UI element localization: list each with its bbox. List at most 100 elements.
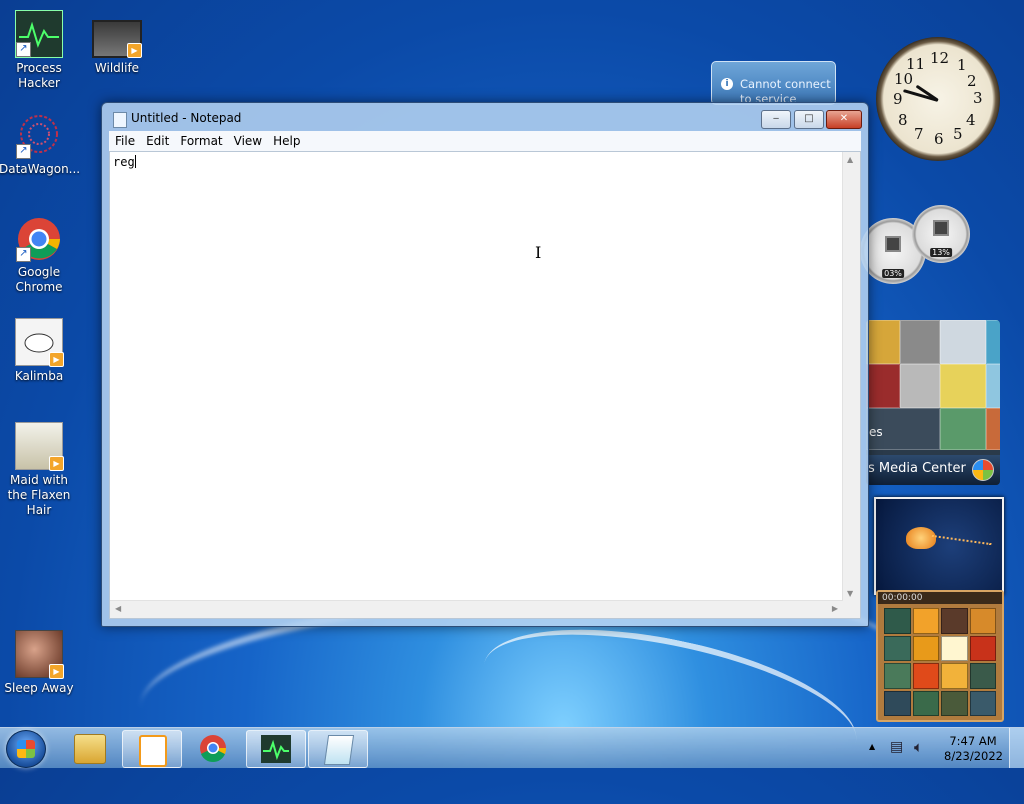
taskbar-notepad[interactable]: [308, 730, 368, 768]
notepad-titlebar[interactable]: Untitled - Notepad ‒ □ ✕: [102, 103, 868, 133]
notepad-window[interactable]: Untitled - Notepad ‒ □ ✕ File Edit Format V…: [101, 102, 869, 627]
puzzle-tile[interactable]: [884, 663, 911, 689]
close-button[interactable]: ✕: [826, 110, 862, 129]
puzzle-tile[interactable]: [941, 608, 968, 634]
puzzle-tile[interactable]: [912, 635, 939, 661]
puzzle-tile[interactable]: [941, 690, 968, 716]
puzzle-tile[interactable]: [912, 663, 939, 689]
taskbar-media-player[interactable]: [122, 730, 182, 768]
minimize-button[interactable]: ‒: [761, 110, 791, 129]
scroll-up-icon[interactable]: ▲: [847, 155, 853, 164]
puzzle-tile[interactable]: [884, 690, 911, 716]
media-player-icon: [139, 735, 167, 767]
puzzle-tile[interactable]: [969, 608, 996, 634]
clock-number: 1: [957, 56, 967, 74]
text-editor[interactable]: reg ▲ ▼ ◀ ▶: [109, 151, 861, 619]
menu-view[interactable]: View: [228, 131, 267, 148]
media-center-bar[interactable]: s Media Center: [866, 455, 1000, 485]
slideshow-gadget[interactable]: [874, 497, 1004, 595]
media-tile: [866, 364, 900, 408]
menu-bar: File Edit Format View Help: [109, 131, 861, 152]
memory-percent: 13%: [930, 248, 952, 257]
scroll-right-icon[interactable]: ▶: [832, 604, 838, 613]
info-icon: i: [721, 78, 733, 90]
shortcut-arrow-icon: ↗: [16, 247, 31, 262]
desktop-icon-process-hacker[interactable]: ↗ Process Hacker: [0, 10, 79, 91]
desktop-icon-label: Kalimba: [14, 369, 64, 383]
taskbar-chrome[interactable]: [184, 730, 242, 766]
editor-content[interactable]: reg: [113, 155, 136, 169]
horizontal-scrollbar[interactable]: ◀ ▶: [110, 600, 843, 618]
desktop-icon-label: Wildlife: [94, 61, 140, 75]
desktop-icon-label: Maid with the Flaxen Hair: [7, 473, 71, 517]
clock-number: 8: [898, 111, 908, 129]
clock-number: 4: [966, 111, 976, 129]
desktop-icon-kalimba[interactable]: ▶ Kalimba: [0, 318, 79, 384]
puzzle-tile[interactable]: [884, 635, 911, 661]
puzzle-tile[interactable]: [941, 663, 968, 689]
taskbar-windows-explorer[interactable]: [60, 730, 118, 766]
puzzle-tile[interactable]: [912, 690, 939, 716]
taskbar: ▲ ▤ 🔈︎ 7:47 AM 8/23/2022: [0, 727, 1024, 768]
media-tile: [940, 408, 986, 450]
resize-grip-icon[interactable]: [843, 601, 860, 618]
media-center-gadget[interactable]: es s Media Center: [866, 320, 1000, 485]
taskbar-process-hacker[interactable]: [246, 730, 306, 768]
cpu-meter-gadget[interactable]: 03% 13%: [860, 205, 975, 295]
video-icon: ▶: [92, 20, 142, 58]
process-hacker-icon: ↗: [15, 10, 63, 58]
media-tile: [900, 364, 940, 408]
menu-edit[interactable]: Edit: [140, 131, 174, 148]
desktop-icon-google-chrome[interactable]: ↗ Google Chrome: [0, 216, 79, 295]
windows-explorer-icon: [74, 734, 106, 764]
chrome-icon: [200, 735, 227, 762]
media-tile: [940, 364, 986, 408]
scroll-left-icon[interactable]: ◀: [115, 604, 121, 613]
media-tile: [866, 320, 900, 364]
play-badge-icon: ▶: [49, 352, 64, 367]
puzzle-timer-text: 00:00:00: [882, 593, 923, 603]
chrome-icon: ↗: [16, 216, 62, 262]
notification-text: Cannot connect: [740, 77, 831, 91]
desktop-icon-maid-with-the-flaxen-hair[interactable]: ▶ Maid with the Flaxen Hair: [0, 422, 79, 518]
desktop-icon-label: DataWagon...: [0, 162, 81, 176]
clock-number: 9: [893, 90, 903, 108]
menu-help[interactable]: Help: [267, 131, 305, 148]
media-tile: [986, 408, 1000, 450]
puzzle-tile[interactable]: [884, 608, 911, 634]
scroll-down-icon[interactable]: ▼: [847, 589, 853, 598]
menu-format[interactable]: Format: [174, 131, 227, 148]
puzzle-grid[interactable]: [884, 608, 996, 716]
start-button[interactable]: [6, 730, 46, 768]
media-tile: [940, 320, 986, 364]
maximize-button[interactable]: □: [794, 110, 824, 129]
vertical-scrollbar[interactable]: ▲ ▼: [842, 152, 860, 601]
puzzle-tile[interactable]: [969, 663, 996, 689]
cpu-chip-icon: [885, 236, 901, 253]
clock-number: 5: [953, 125, 963, 143]
desktop-icon-datawagon[interactable]: ↗ DataWagon...: [0, 113, 81, 177]
audio-icon: ▶: [15, 630, 64, 679]
shortcut-arrow-icon: ↗: [16, 144, 31, 159]
menu-file[interactable]: File: [109, 131, 140, 148]
puzzle-tile[interactable]: [969, 690, 996, 716]
picture-puzzle-gadget[interactable]: 00:00:00: [876, 590, 1004, 722]
windows-logo-icon: [17, 740, 35, 758]
system-clock[interactable]: 7:47 AM 8/23/2022: [944, 734, 1003, 764]
desktop-icon-wildlife[interactable]: ▶ Wildlife: [77, 20, 157, 76]
notification-gadget[interactable]: i Cannot connect to service: [711, 61, 836, 105]
media-tile: [900, 320, 940, 364]
desktop-icon-sleep-away[interactable]: ▶ Sleep Away: [0, 630, 79, 696]
media-tile: es: [866, 408, 940, 450]
puzzle-tile[interactable]: [969, 635, 996, 661]
volume-icon[interactable]: 🔈︎: [914, 738, 923, 756]
audio-icon: ▶: [15, 318, 64, 367]
puzzle-tile[interactable]: [941, 635, 968, 661]
process-hacker-icon: [261, 735, 291, 763]
show-desktop-button[interactable]: [1009, 728, 1024, 768]
media-center-label: s Media Center: [868, 461, 966, 476]
clock-gadget[interactable]: 12 1 2 3 4 5 6 7 8 9 10 11: [876, 37, 1000, 161]
puzzle-tile[interactable]: [912, 608, 939, 634]
show-hidden-icons-button[interactable]: ▲: [869, 742, 875, 751]
network-icon[interactable]: ▤: [890, 739, 903, 755]
